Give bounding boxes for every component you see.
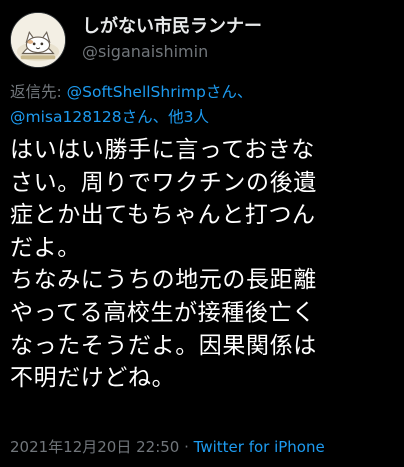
mention-others[interactable]: 他3人 [168, 108, 209, 126]
mention-softshellshrimp[interactable]: @SoftShellShrimp [67, 83, 206, 101]
tweet-text-line: 不明だけどね。 [10, 365, 176, 392]
avatar[interactable] [10, 12, 66, 68]
tweet-text-line: ちなみにうちの地元の長距離 [10, 267, 317, 294]
timestamp[interactable]: 2021年12月20日 22:50 [10, 438, 179, 456]
display-name[interactable]: しがない市民ランナー [82, 12, 262, 38]
cat-illustration-avatar-icon [11, 13, 65, 67]
tweet-meta: 2021年12月20日 22:50 · Twitter for iPhone [10, 436, 325, 457]
tweet-text-line: やってる高校生が接種後亡く [10, 299, 316, 326]
mention-suffix: さん、 [121, 108, 169, 126]
tweet-text-line: はいはい勝手に言っておきな [10, 137, 315, 163]
tweet-header: しがない市民ランナー @siganaishimin [10, 8, 394, 68]
mention-misa128128[interactable]: @misa128128 [10, 108, 122, 126]
tweet-source-link[interactable]: Twitter for iPhone [194, 438, 325, 456]
tweet-text: はいはい勝手に言っておきな さい。周りでワクチンの後遺 症とか出てもちゃんと打つ… [10, 134, 400, 395]
tweet-text-line: 症とか出てもちゃんと打つん [10, 202, 316, 229]
tweet-text-line: だよ。 [10, 234, 81, 261]
tweet-text-line: なったそうだよ。因果関係は [10, 332, 317, 359]
tweet-text-line: さい。周りでワクチンの後遺 [10, 169, 317, 196]
username[interactable]: @siganaishimin [82, 42, 208, 61]
reply-to-line: 返信先: @SoftShellShrimpさん、 @misa128128さん、他3… [10, 80, 394, 130]
meta-separator: · [179, 438, 194, 456]
mention-suffix: さん、 [205, 83, 253, 101]
reply-prefix: 返信先: [10, 83, 67, 101]
